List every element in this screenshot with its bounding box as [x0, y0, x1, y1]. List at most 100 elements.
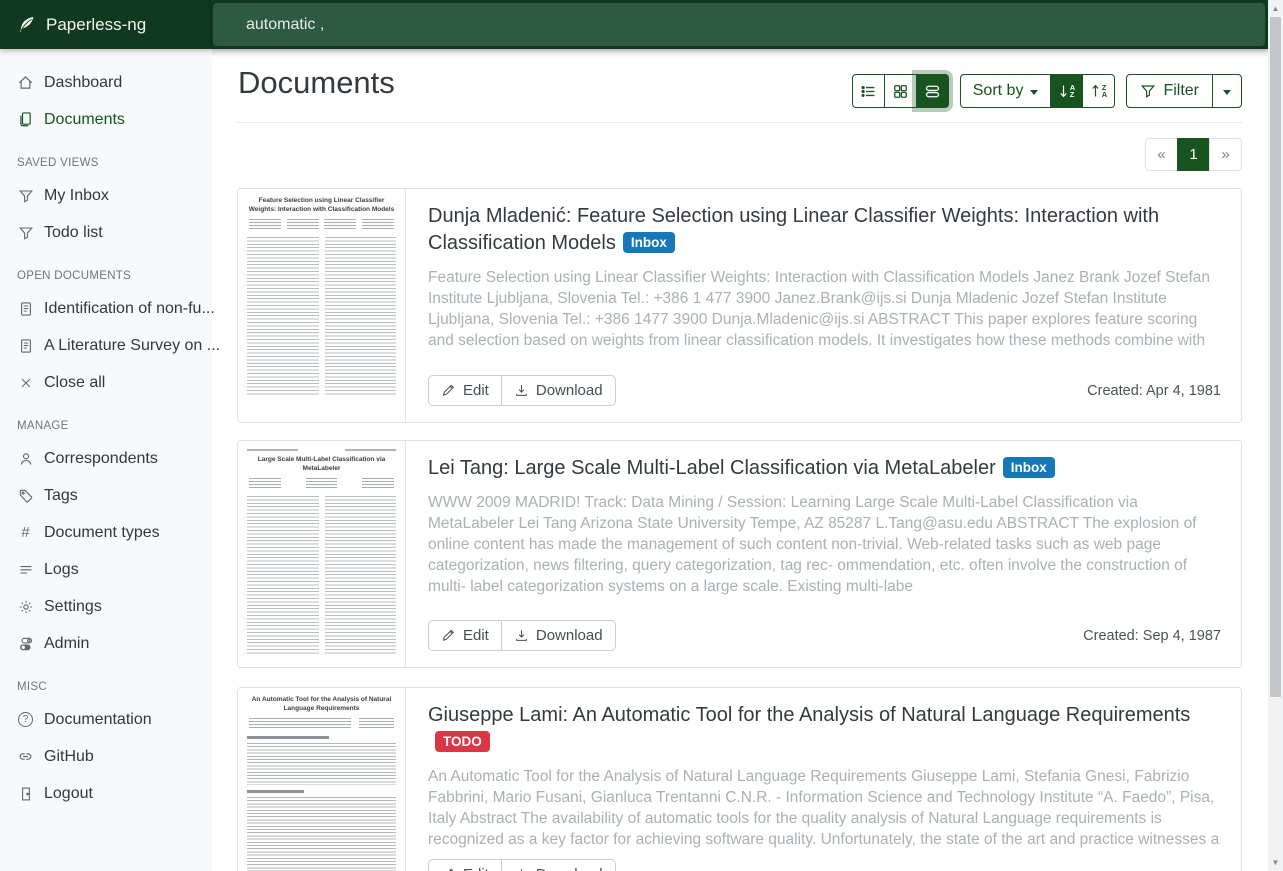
sidebar-item-close-all[interactable]: Close all [0, 364, 212, 401]
question-circle-icon: ? [17, 711, 34, 728]
edit-label: Edit [463, 627, 489, 644]
download-button[interactable]: Download [501, 859, 616, 871]
edit-button[interactable]: Edit [428, 859, 502, 871]
sidebar-item-label: Settings [44, 598, 102, 616]
document-card-body: Giuseppe Lami: An Automatic Tool for the… [406, 688, 1241, 871]
sidebar-item-open-doc-2[interactable]: A Literature Survey on ... [0, 327, 212, 364]
paperless-logo-icon [16, 15, 36, 35]
text-lines-icon [17, 561, 34, 578]
sort-descending-button[interactable]: ZA [1082, 74, 1115, 108]
sidebar-item-admin[interactable]: Admin [0, 625, 212, 662]
sidebar-item-label: GitHub [44, 748, 94, 766]
pagination: « 1 » [1145, 138, 1242, 171]
sidebar-item-label: Document types [44, 524, 160, 542]
download-label: Download [536, 382, 603, 399]
sidebar-item-label: Correspondents [44, 450, 158, 468]
document-thumbnail[interactable]: Large Scale Multi-Label Classification v… [238, 441, 406, 667]
sidebar-item-label: Documentation [44, 711, 152, 729]
edit-button[interactable]: Edit [428, 620, 502, 651]
sidebar-item-todo-list[interactable]: Todo list [0, 214, 212, 251]
filter-group: Filter [1126, 74, 1242, 108]
sidebar-item-logout[interactable]: Logout [0, 775, 212, 812]
edit-button[interactable]: Edit [428, 375, 502, 406]
document-title-link[interactable]: Lei Tang: Large Scale Multi-Label Classi… [428, 455, 1221, 482]
scrollbar[interactable]: ▲ ▼ [1268, 0, 1283, 871]
tag-badge[interactable]: Inbox [1003, 457, 1055, 478]
sidebar-item-documents[interactable]: Documents [0, 101, 212, 138]
sidebar-item-label: Dashboard [44, 74, 122, 92]
sort-ascending-button[interactable]: AZ [1050, 74, 1083, 108]
sidebar-item-tags[interactable]: Tags [0, 477, 212, 514]
sort-alpha-down-icon: AZ [1059, 84, 1075, 98]
scrollbar-up-arrow[interactable]: ▲ [1268, 1, 1283, 16]
download-button[interactable]: Download [501, 375, 616, 406]
document-title-link[interactable]: Giuseppe Lami: An Automatic Tool for the… [428, 702, 1221, 756]
hash-icon: # [17, 524, 34, 541]
top-navbar [212, 0, 1268, 49]
card-actions: Edit Download [428, 620, 616, 651]
sidebar-item-settings[interactable]: Settings [0, 588, 212, 625]
download-label: Download [536, 866, 603, 871]
sidebar-item-documentation[interactable]: ? Documentation [0, 701, 212, 738]
sidebar-section-open-documents: OPEN DOCUMENTS [17, 266, 212, 288]
sidebar-item-github[interactable]: GitHub [0, 738, 212, 775]
filter-dropdown-button[interactable] [1212, 74, 1242, 108]
document-title-link[interactable]: Dunja Mladenić: Feature Selection using … [428, 203, 1221, 257]
chevron-down-icon [1030, 90, 1038, 95]
edit-label: Edit [463, 382, 489, 399]
person-icon [17, 450, 34, 467]
list-view-icon [860, 83, 877, 100]
tag-badge[interactable]: Inbox [623, 232, 675, 253]
thumbnail-title: Feature Selection using Linear Classifie… [247, 197, 396, 215]
list-view-button[interactable] [852, 74, 885, 108]
sidebar-item-document-types[interactable]: # Document types [0, 514, 212, 551]
toggles-icon [17, 635, 34, 652]
card-actions: Edit Download [428, 859, 616, 871]
sort-by-button[interactable]: Sort by [960, 74, 1052, 108]
scrollbar-down-arrow[interactable]: ▼ [1268, 855, 1283, 870]
download-button[interactable]: Download [501, 620, 616, 651]
document-thumbnail[interactable]: Feature Selection using Linear Classifie… [238, 189, 406, 422]
main-content: Documents [212, 49, 1268, 871]
filter-button[interactable]: Filter [1126, 74, 1213, 108]
pagination-page-1[interactable]: 1 [1177, 138, 1210, 171]
tag-badge[interactable]: TODO [435, 731, 490, 752]
card-footer: Edit Download Created: Sep 4, 1987 [428, 620, 1221, 651]
view-toggle-group [852, 74, 949, 108]
sidebar-item-label: Identification of non-fu... [44, 300, 215, 318]
app-window: Paperless-ng Dashboard Documents SAVED [0, 0, 1283, 871]
document-card-body: Dunja Mladenić: Feature Selection using … [406, 189, 1241, 422]
created-date: Created: Sep 4, 1987 [1083, 628, 1221, 644]
pagination-prev-button[interactable]: « [1145, 138, 1178, 171]
sidebar-item-label: Documents [44, 111, 125, 129]
brand-header[interactable]: Paperless-ng [0, 0, 212, 49]
sidebar-item-correspondents[interactable]: Correspondents [0, 440, 212, 477]
scrollbar-thumb[interactable] [1270, 17, 1281, 697]
pencil-icon [441, 383, 456, 398]
pagination-next-button[interactable]: » [1209, 138, 1242, 171]
download-icon [514, 383, 529, 398]
link-icon [17, 748, 34, 765]
grid-view-icon [892, 83, 909, 100]
file-text-icon [17, 300, 34, 317]
document-snippet: Feature Selection using Linear Classifie… [428, 267, 1221, 351]
sidebar: Dashboard Documents SAVED VIEWS My Inbox [0, 49, 212, 871]
sidebar-item-my-inbox[interactable]: My Inbox [0, 177, 212, 214]
document-title: Dunja Mladenić: Feature Selection using … [428, 205, 1159, 254]
document-card: An Automatic Tool for the Analysis of Na… [237, 687, 1242, 871]
pencil-icon [441, 867, 456, 871]
download-icon [514, 867, 529, 871]
detail-view-button[interactable] [916, 74, 949, 108]
funnel-icon [17, 187, 34, 204]
sort-by-label: Sort by [973, 82, 1024, 100]
sidebar-item-logs[interactable]: Logs [0, 551, 212, 588]
document-thumbnail[interactable]: An Automatic Tool for the Analysis of Na… [238, 688, 406, 871]
search-input[interactable] [213, 3, 1265, 46]
sidebar-item-dashboard[interactable]: Dashboard [0, 64, 212, 101]
documents-toolbar: Sort by AZ ZA [852, 74, 1242, 108]
grid-view-button[interactable] [884, 74, 917, 108]
gear-icon [17, 598, 34, 615]
edit-label: Edit [463, 866, 489, 871]
documents-icon [17, 111, 34, 128]
sidebar-item-open-doc-1[interactable]: Identification of non-fu... [0, 290, 212, 327]
